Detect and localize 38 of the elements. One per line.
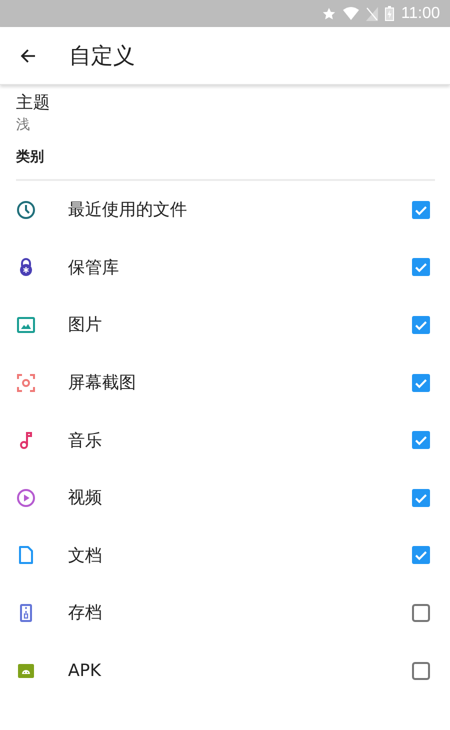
screen-title: 自定义 [69,42,135,70]
category-item[interactable]: APK [0,642,450,700]
status-time: 11:00 [401,4,440,22]
checkbox[interactable] [412,374,430,392]
category-label: 音乐 [68,430,103,452]
category-item[interactable]: 最近使用的文件 [0,181,450,239]
category-item[interactable]: 保管库 [0,238,450,296]
category-label: 视频 [68,487,103,510]
category-item[interactable]: 视频 [0,468,450,527]
category-label: APK [68,660,102,681]
battery-icon [385,6,394,21]
wifi-icon [343,6,360,20]
category-label: 屏幕截图 [68,372,137,394]
back-arrow-icon [20,48,36,64]
category-label: 最近使用的文件 [68,199,188,222]
checkbox[interactable] [412,546,430,564]
category-item[interactable]: 图片 [0,296,450,354]
category-item[interactable]: 音乐 [0,411,450,469]
star-icon [322,6,336,20]
setting-title: 主题 [16,92,50,115]
category-item[interactable]: 文档 [0,526,450,584]
checkbox[interactable] [412,200,430,219]
checkbox[interactable] [412,431,430,450]
category-label: 存档 [68,602,103,624]
category-label: 文档 [68,544,103,567]
category-item[interactable]: 屏幕截图 [0,354,450,412]
section-header: 类别 [16,148,44,167]
checkbox[interactable] [412,316,430,334]
category-item[interactable]: 存档 [0,584,450,642]
checkbox[interactable] [412,604,430,622]
theme-setting[interactable]: 主题 浅 [0,85,450,135]
checkbox[interactable] [412,488,430,507]
category-label: 保管库 [68,256,120,279]
setting-value: 浅 [16,116,30,135]
checkbox[interactable] [412,258,430,276]
no-signal-icon [366,6,378,20]
checkbox[interactable] [412,662,430,680]
category-label: 图片 [68,314,103,336]
